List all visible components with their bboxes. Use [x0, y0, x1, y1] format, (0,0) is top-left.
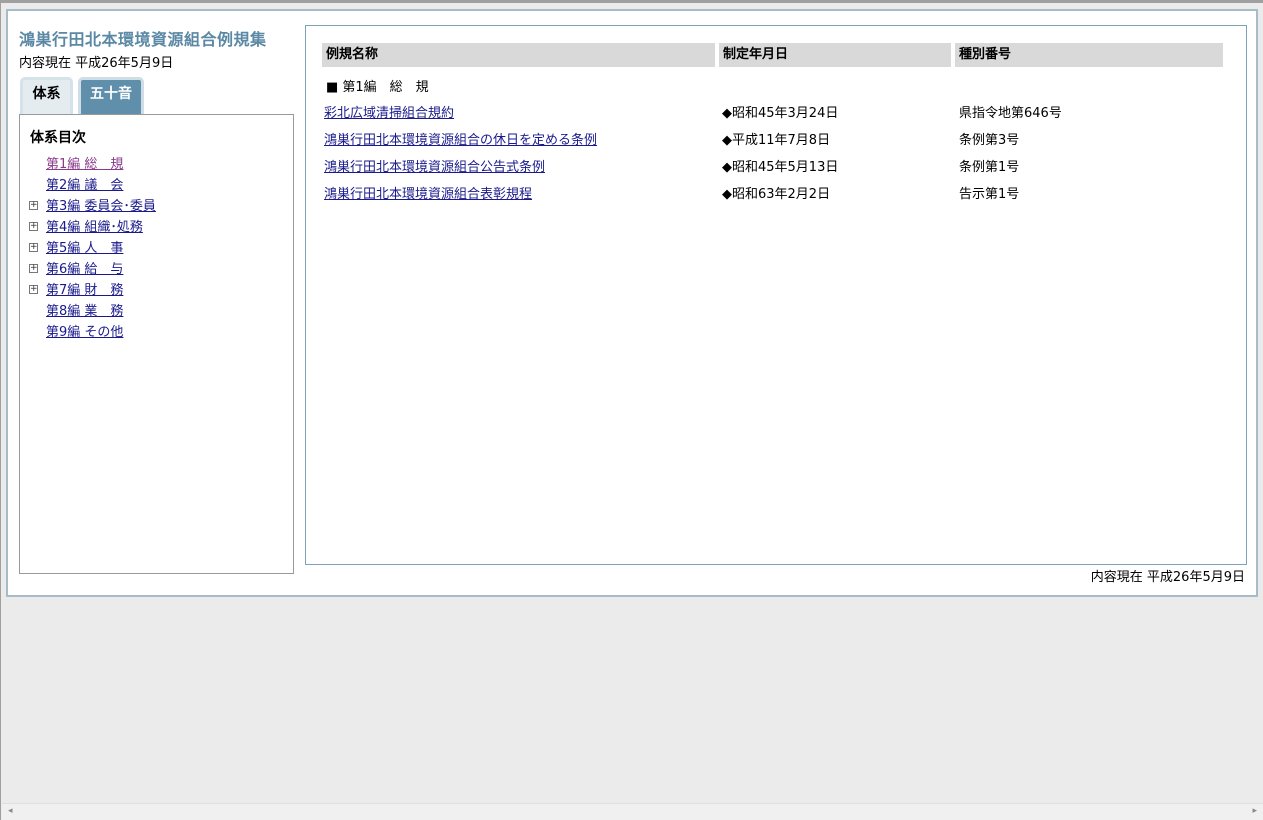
- expand-icon[interactable]: +: [29, 285, 38, 294]
- table-row: 鴻巣行田北本環境資源組合公告式条例 ◆昭和45年5月13日 条例第1号: [306, 156, 1246, 178]
- toc-link[interactable]: 第9編 その他: [46, 324, 123, 341]
- regulation-link[interactable]: 鴻巣行田北本環境資源組合公告式条例: [324, 156, 545, 175]
- table-row: 鴻巣行田北本環境資源組合の休日を定める条例 ◆平成11年7月8日 条例第3号: [306, 129, 1246, 151]
- section-label: ■ 第1編 総 規: [326, 80, 429, 95]
- toc-link[interactable]: 第7編 財 務: [46, 282, 123, 299]
- toc-link[interactable]: 第3編 委員会･委員: [46, 198, 156, 215]
- expand-icon[interactable]: +: [29, 264, 38, 273]
- regulation-list-panel: 例規名称 制定年月日 種別番号 ■ 第1編 総 規 彩北広域清掃組合規約 ◆昭和4…: [305, 25, 1247, 565]
- type-number: 条例第1号: [959, 160, 1020, 175]
- toc-link[interactable]: 第4編 組織･処務: [46, 219, 143, 236]
- column-header-type-number: 種別番号: [955, 43, 1223, 67]
- toc-heading: 体系目次: [30, 130, 86, 146]
- type-number: 条例第3号: [959, 133, 1020, 148]
- enacted-date: ◆平成11年7月8日: [722, 133, 831, 148]
- expand-icon[interactable]: +: [29, 201, 38, 210]
- sidebar-toc: 体系目次 第1編 総 規第2編 議 会 + 第3編 委員会･委員 + 第4編 組織･処務…: [19, 114, 294, 574]
- tab-gojuon[interactable]: 五十音: [78, 77, 144, 114]
- type-number: 告示第1号: [959, 187, 1020, 202]
- enacted-date: ◆昭和45年5月13日: [722, 160, 839, 175]
- toc-link[interactable]: 第6編 給 与: [46, 261, 123, 278]
- content-date-bottom: 内容現在 平成26年5月9日: [1090, 570, 1245, 585]
- browser-viewport: 鴻巣行田北本環境資源組合例規集 内容現在 平成26年5月9日 体系 五十音 体系…: [0, 0, 1263, 820]
- scroll-left-icon[interactable]: ◂: [8, 806, 13, 816]
- toc-link[interactable]: 第1編 総 規: [46, 156, 123, 173]
- regulation-link[interactable]: 鴻巣行田北本環境資源組合の休日を定める条例: [324, 129, 597, 148]
- toc-link[interactable]: 第5編 人 事: [46, 240, 123, 257]
- reiki-frame: 鴻巣行田北本環境資源組合例規集 内容現在 平成26年5月9日 体系 五十音 体系…: [6, 9, 1258, 597]
- column-header-name: 例規名称: [322, 43, 715, 67]
- tab-system[interactable]: 体系: [20, 77, 73, 114]
- toc-link[interactable]: 第2編 議 会: [46, 177, 123, 194]
- type-number: 県指令地第646号: [959, 106, 1062, 121]
- table-row: 鴻巣行田北本環境資源組合表彰規程 ◆昭和63年2月2日 告示第1号: [306, 183, 1246, 205]
- enacted-date: ◆昭和63年2月2日: [722, 187, 831, 202]
- expand-icon[interactable]: +: [29, 243, 38, 252]
- horizontal-scrollbar[interactable]: ◂ ▸: [2, 803, 1263, 820]
- scroll-right-icon[interactable]: ▸: [1252, 806, 1257, 816]
- toc-link[interactable]: 第8編 業 務: [46, 303, 123, 320]
- expand-icon[interactable]: +: [29, 222, 38, 231]
- app-title: 鴻巣行田北本環境資源組合例規集: [19, 30, 267, 49]
- table-row: 彩北広域清掃組合規約 ◆昭和45年3月24日 県指令地第646号: [306, 102, 1246, 124]
- column-header-enacted-date: 制定年月日: [719, 43, 951, 67]
- regulation-link[interactable]: 鴻巣行田北本環境資源組合表彰規程: [324, 183, 532, 202]
- regulation-link[interactable]: 彩北広域清掃組合規約: [324, 102, 454, 121]
- content-date-top: 内容現在 平成26年5月9日: [19, 56, 174, 71]
- enacted-date: ◆昭和45年3月24日: [722, 106, 839, 121]
